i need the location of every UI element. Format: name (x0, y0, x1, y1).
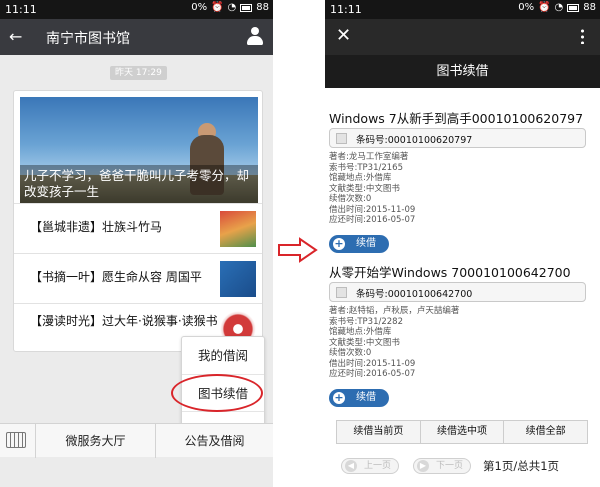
highlight-ellipse (171, 374, 263, 412)
signal-text: 0% (518, 2, 535, 13)
detail-due-date: 应还时间:2016-05-07 (329, 369, 416, 379)
article-title: 【书摘一叶】愿生命从容 周国平 (30, 270, 202, 284)
keyboard-icon[interactable] (6, 432, 26, 448)
book-details: 著者:龙马工作室编著 索书号:TP31/2165 馆藏地点:外借库 文献类型:中… (329, 152, 415, 226)
detail-borrow-date: 借出时间:2015-11-09 (329, 358, 416, 369)
right-arrow-icon: ▶ (417, 460, 429, 472)
article-title: 【漫读时光】过大年·说猴事·读猴书 (30, 314, 218, 328)
barcode-row[interactable]: 条码号:00010100642700 (329, 282, 586, 302)
barcode-row[interactable]: 条码号:00010100620797 (329, 128, 586, 148)
book-title: Windows 7从新手到高手00010100620797 (329, 111, 584, 126)
renew-button[interactable]: + 续借 (329, 389, 389, 407)
screenshot-root: 11:11 0% ⏰ ◔ 88 ← 南宁市图书馆 昨天 17:29 儿子不学习，… (0, 0, 600, 487)
chat-title-bar: ← 南宁市图书馆 (0, 19, 273, 55)
detail-due-date: 应还时间:2016-05-07 (329, 215, 416, 225)
status-time: 11:11 (5, 3, 37, 16)
book-title: 从零开始学Windows 700010100642700 (329, 265, 571, 280)
close-icon[interactable]: ✕ (336, 25, 351, 46)
next-page-button[interactable]: ▶ 下一页 (413, 458, 471, 474)
menu-item-my-borrowing[interactable]: 我的借阅 (182, 337, 264, 374)
list-item[interactable]: 【书摘一叶】愿生命从容 周国平 (14, 253, 262, 302)
detail-doc-type: 文献类型:中文图书 (329, 183, 400, 194)
battery-level: 88 (583, 2, 596, 13)
pagination: ◀ 上一页 ▶ 下一页 第1页/总共1页 (325, 456, 600, 478)
page-header: 图书续借 (325, 55, 600, 88)
select-checkbox[interactable] (336, 287, 347, 298)
select-checkbox[interactable] (336, 133, 347, 144)
barcode-text: 条码号:00010100642700 (356, 289, 473, 300)
article-card: 儿子不学习，爸爸干脆叫儿子考零分，却改变孩子一生 【邕城非遗】壮族斗竹马 【书摘… (13, 90, 263, 352)
wechat-chat-screen: 11:11 0% ⏰ ◔ 88 ← 南宁市图书馆 昨天 17:29 儿子不学习，… (0, 0, 273, 487)
message-timestamp: 昨天 17:29 (110, 66, 167, 80)
signal-text: 0% (191, 2, 208, 13)
detail-author: 著者:赵特韬，卢秋辰，卢天喆编著 (329, 306, 460, 316)
more-options-icon[interactable] (581, 28, 584, 44)
detail-call-number: 索书号:TP31/2282 (329, 316, 403, 327)
menu-service-hall[interactable]: 微服务大厅 (36, 424, 155, 458)
prev-page-button[interactable]: ◀ 上一页 (341, 458, 399, 474)
wifi-icon: ◔ (227, 2, 237, 13)
wifi-icon: ◔ (554, 2, 564, 13)
profile-icon[interactable] (247, 27, 263, 45)
detail-author: 著者:龙马工作室编著 (329, 152, 409, 162)
battery-level: 88 (256, 2, 269, 13)
detail-location: 馆藏地点:外借库 (329, 327, 392, 337)
status-time: 11:11 (330, 3, 362, 16)
page-info: 第1页/总共1页 (483, 459, 560, 473)
detail-doc-type: 文献类型:中文图书 (329, 337, 400, 348)
article-title: 【邕城非遗】壮族斗竹马 (30, 220, 163, 234)
article-thumbnail (220, 261, 256, 297)
status-bar: 11:11 0% ⏰ ◔ 88 (325, 0, 600, 19)
book-details: 著者:赵特韬，卢秋辰，卢天喆编著 索书号:TP31/2282 馆藏地点:外借库 … (329, 306, 459, 380)
alarm-icon: ⏰ (211, 2, 224, 13)
renew-button[interactable]: + 续借 (329, 235, 389, 253)
battery-icon (240, 3, 253, 12)
barcode-text: 条码号:00010100620797 (356, 135, 473, 146)
plus-icon: + (333, 391, 345, 404)
status-bar: 11:11 0% ⏰ ◔ 88 (0, 0, 273, 19)
detail-borrow-date: 借出时间:2015-11-09 (329, 204, 416, 215)
page-title: 南宁市图书馆 (46, 31, 130, 47)
prev-label: 上一页 (364, 461, 392, 471)
status-indicators: 0% ⏰ ◔ 88 (191, 2, 269, 13)
bulk-action-row: 续借当前页 续借选中项 续借全部 (336, 420, 588, 444)
book-renewal-screen: 11:11 0% ⏰ ◔ 88 ✕ 图书续借 Windows 7从新手到高手00… (325, 0, 600, 487)
status-indicators: 0% ⏰ ◔ 88 (518, 2, 596, 13)
renew-all-button[interactable]: 续借全部 (503, 421, 587, 443)
bottom-menu-bar: 微服务大厅 公告及借阅 (0, 423, 273, 458)
plus-icon: + (333, 237, 345, 250)
renew-label: 续借 (356, 392, 376, 403)
battery-icon (567, 3, 580, 12)
next-label: 下一页 (436, 461, 464, 471)
detail-renew-count: 续借次数:0 (329, 194, 372, 204)
webview-title-bar: ✕ (325, 19, 600, 55)
menu-notice-and-borrowing[interactable]: 公告及借阅 (156, 424, 273, 458)
detail-renew-count: 续借次数:0 (329, 348, 372, 358)
list-item[interactable]: 【邕城非遗】壮族斗竹马 (14, 203, 262, 252)
transition-arrow-icon (278, 237, 318, 263)
renew-current-page-button[interactable]: 续借当前页 (337, 421, 420, 443)
article-thumbnail (220, 211, 256, 247)
detail-call-number: 索书号:TP31/2165 (329, 162, 403, 173)
renew-label: 续借 (356, 238, 376, 249)
back-arrow-icon[interactable]: ← (9, 27, 22, 46)
banner-article[interactable]: 儿子不学习，爸爸干脆叫儿子考零分，却改变孩子一生 (20, 97, 258, 203)
banner-caption: 儿子不学习，爸爸干脆叫儿子考零分，却改变孩子一生 (20, 165, 258, 203)
detail-location: 馆藏地点:外借库 (329, 173, 392, 183)
renew-selected-button[interactable]: 续借选中项 (419, 421, 504, 443)
left-arrow-icon: ◀ (345, 460, 357, 472)
alarm-icon: ⏰ (538, 2, 551, 13)
